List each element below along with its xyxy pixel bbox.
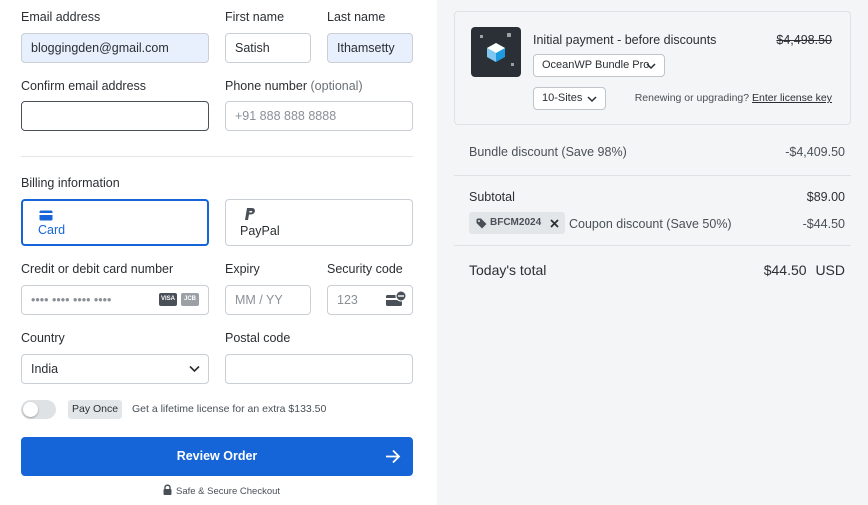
sites-select-value: 10-Sites — [542, 92, 583, 104]
toggle-knob — [23, 402, 38, 417]
postal-code-field[interactable] — [225, 354, 413, 384]
expiry-label: Expiry — [225, 262, 260, 276]
close-icon[interactable] — [550, 219, 559, 228]
first-name-label: First name — [225, 10, 285, 24]
card-icon — [39, 210, 53, 221]
bundle-discount-value: -$4,409.50 — [785, 145, 845, 159]
product-thumbnail — [471, 27, 521, 77]
thumbnail-dot — [480, 35, 483, 38]
visa-brand-icon: VISA — [159, 293, 177, 306]
product-select-value: OceanWP Bundle Pro — [542, 59, 650, 71]
thumbnail-dot — [507, 33, 511, 37]
chevron-down-icon — [646, 63, 656, 70]
summary-divider — [454, 175, 851, 176]
tab-card[interactable]: Card — [21, 199, 209, 246]
coupon-discount-value: -$44.50 — [802, 217, 845, 231]
review-order-button[interactable]: Review Order — [21, 437, 413, 476]
renew-question: Renewing or upgrading? — [634, 92, 750, 104]
email-field[interactable] — [21, 33, 209, 63]
total-value: $44.50 — [763, 262, 807, 278]
country-label: Country — [21, 331, 65, 345]
jcb-brand-icon: JCB — [181, 293, 199, 306]
last-name-field[interactable] — [327, 33, 413, 63]
tag-icon — [476, 218, 487, 229]
form-divider — [21, 156, 413, 157]
renew-text: Renewing or upgrading? Enter license key — [635, 92, 832, 104]
confirm-email-field[interactable] — [21, 101, 209, 131]
lock-icon — [163, 484, 172, 495]
phone-optional-text: (optional) — [310, 79, 363, 93]
thumbnail-dot — [511, 63, 514, 66]
product-select[interactable]: OceanWP Bundle Pro — [533, 54, 665, 77]
sites-select[interactable]: 10-Sites — [533, 87, 606, 110]
country-select[interactable]: India — [21, 354, 209, 384]
review-order-label: Review Order — [176, 449, 258, 463]
subtotal-value: $89.00 — [806, 190, 845, 204]
tab-paypal-label: PayPal — [240, 224, 280, 238]
summary-divider — [454, 245, 851, 246]
paypal-icon — [245, 208, 255, 220]
email-label: Email address — [21, 10, 101, 24]
original-price: $4,498.50 — [776, 33, 832, 47]
chevron-down-icon — [587, 96, 597, 103]
pay-once-badge: Pay Once — [68, 400, 123, 419]
expiry-field[interactable] — [225, 285, 311, 315]
enter-license-link[interactable]: Enter license key — [752, 92, 832, 104]
total-label: Today's total — [469, 262, 547, 278]
postal-code-label: Postal code — [225, 331, 291, 345]
secure-checkout: Safe & Secure Checkout — [163, 484, 280, 497]
phone-label-text: Phone number — [225, 79, 308, 93]
country-value: India — [31, 362, 59, 376]
arrow-right-icon — [386, 449, 401, 464]
first-name-field[interactable] — [225, 33, 311, 63]
cvc-card-icon — [386, 291, 407, 306]
card-number-label: Credit or debit card number — [21, 262, 174, 276]
product-title: Initial payment - before discounts — [533, 33, 717, 47]
tab-card-label: Card — [38, 223, 66, 237]
total-currency: USD — [815, 262, 845, 278]
secure-checkout-text: Safe & Secure Checkout — [176, 486, 281, 497]
pay-once-toggle[interactable] — [21, 400, 56, 419]
billing-title: Billing information — [21, 176, 120, 190]
total-amount: $44.50 USD — [764, 262, 845, 278]
tab-paypal[interactable]: PayPal — [225, 199, 413, 246]
order-summary-panel: Initial payment - before discounts $4,49… — [437, 0, 868, 505]
phone-label: Phone number (optional) — [225, 79, 363, 93]
chevron-down-icon — [189, 365, 200, 373]
last-name-label: Last name — [327, 10, 386, 24]
coupon-tag: BFCM2024 — [469, 212, 565, 234]
coupon-discount-label: Coupon discount (Save 50%) — [569, 217, 732, 231]
phone-field[interactable] — [225, 101, 413, 131]
product-box-icon — [487, 43, 505, 62]
subtotal-label: Subtotal — [469, 190, 515, 204]
bundle-discount-label: Bundle discount (Save 98%) — [469, 145, 627, 159]
product-card: Initial payment - before discounts $4,49… — [454, 11, 851, 125]
security-code-label: Security code — [327, 262, 403, 276]
confirm-email-label: Confirm email address — [21, 79, 147, 93]
coupon-code: BFCM2024 — [490, 217, 542, 228]
pay-once-text: Get a lifetime license for an extra $133… — [132, 403, 327, 415]
